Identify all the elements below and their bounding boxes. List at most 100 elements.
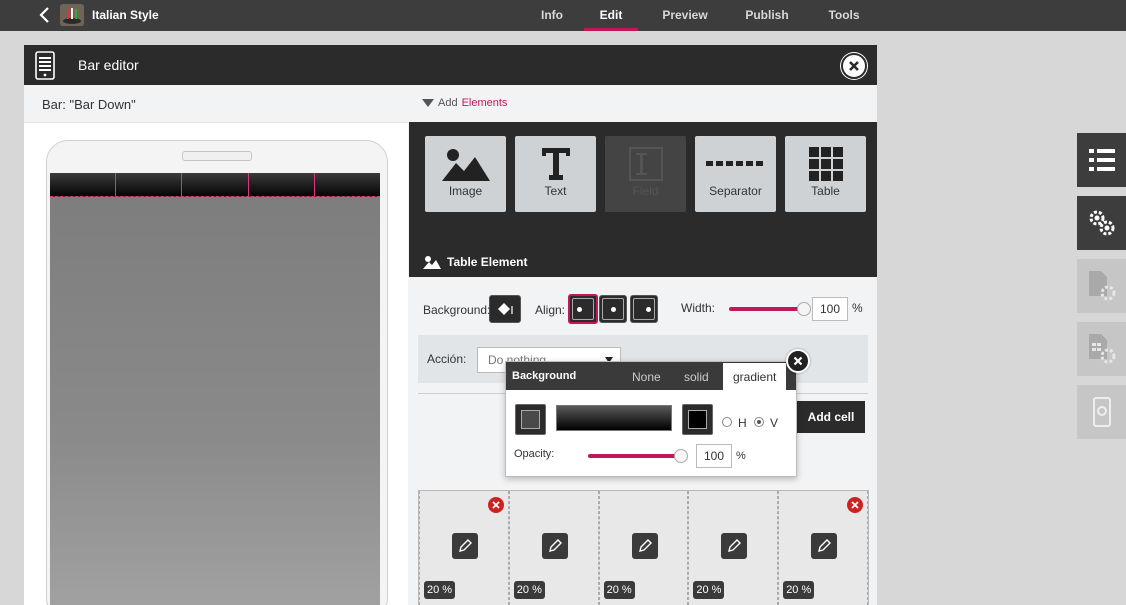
popup-title: Background xyxy=(512,370,577,382)
table-cell[interactable]: 20 % xyxy=(778,491,868,605)
sidebar-table-settings-button[interactable] xyxy=(1077,322,1126,376)
radio-horizontal[interactable] xyxy=(722,417,732,427)
tab-gradient[interactable]: gradient xyxy=(723,363,787,390)
edit-cell-button[interactable] xyxy=(721,533,748,559)
pencil-icon xyxy=(459,539,472,552)
table-cell[interactable]: 20 % xyxy=(419,491,509,605)
add-elements-toggle[interactable]: Add Elements xyxy=(422,97,507,109)
nav-publish[interactable]: Publish xyxy=(732,0,802,31)
align-label: Align: xyxy=(535,303,566,317)
width-label: Width: xyxy=(681,301,716,315)
table-cell[interactable]: 20 % xyxy=(688,491,779,605)
editor-header: Bar editor xyxy=(24,45,877,85)
width-slider-handle[interactable] xyxy=(797,302,811,316)
popup-header: Background None solid gradient xyxy=(506,362,796,390)
bar-cell[interactable] xyxy=(115,173,181,196)
close-popup-button[interactable] xyxy=(786,349,810,373)
edit-cell-button[interactable] xyxy=(811,533,838,559)
opacity-unit: % xyxy=(736,450,746,462)
bar-cell[interactable] xyxy=(181,173,247,196)
sidebar-list-button[interactable] xyxy=(1077,133,1126,187)
tile-table[interactable]: Table xyxy=(785,136,866,212)
image-icon xyxy=(441,149,490,181)
tile-text[interactable]: Text xyxy=(515,136,596,212)
nav-tools[interactable]: Tools xyxy=(802,0,886,31)
app-title: Italian Style xyxy=(92,8,159,22)
section-title: Table Element xyxy=(423,255,527,269)
delete-cell-button[interactable] xyxy=(847,497,864,513)
pencil-icon xyxy=(548,539,562,552)
cell-width-badge: 20 % xyxy=(513,581,545,599)
tab-none[interactable]: None xyxy=(632,370,661,384)
image-small-icon xyxy=(423,256,441,269)
text-icon xyxy=(541,148,570,180)
sidebar-page-settings-button[interactable] xyxy=(1077,259,1126,313)
tab-solid[interactable]: solid xyxy=(684,370,709,384)
close-icon xyxy=(793,356,803,366)
list-icon xyxy=(1088,149,1115,171)
gradient-end-color[interactable] xyxy=(682,404,713,435)
table-cell[interactable]: 20 % xyxy=(598,491,689,605)
close-editor-button[interactable] xyxy=(841,53,867,79)
align-center-button[interactable] xyxy=(599,295,627,323)
close-icon xyxy=(851,501,859,509)
phone-speaker xyxy=(182,151,252,161)
width-input[interactable]: 100 xyxy=(812,297,848,321)
cell-width-badge: 20 % xyxy=(693,581,725,599)
opacity-slider-handle[interactable] xyxy=(674,449,688,463)
bar-editor-panel: Bar editor Bar: "Bar Down" Add Elements … xyxy=(24,45,877,605)
nav-info[interactable]: Info xyxy=(520,0,584,31)
section-title-text: Table Element xyxy=(447,255,528,269)
bar-name-label: Bar: "Bar Down" xyxy=(42,97,136,112)
h-label: H xyxy=(738,416,747,430)
nav-preview[interactable]: Preview xyxy=(638,0,732,31)
add-label: Add xyxy=(438,97,458,109)
edit-cell-button[interactable] xyxy=(631,533,658,559)
opacity-input[interactable]: 100 xyxy=(696,444,732,468)
bar-cell[interactable] xyxy=(247,173,314,196)
table-gear-icon xyxy=(1088,334,1115,364)
cell-row: 20 % 20 % 20 % 20 % 20 % xyxy=(419,491,868,605)
align-left-button[interactable] xyxy=(568,294,598,324)
tile-label: Field xyxy=(632,184,659,198)
sidebar-settings-button[interactable] xyxy=(1077,196,1126,250)
tile-image[interactable]: Image xyxy=(425,136,506,212)
main-nav: Info Edit Preview Publish Tools xyxy=(520,0,886,31)
opacity-slider[interactable] xyxy=(588,454,680,458)
back-arrow-icon[interactable] xyxy=(38,6,52,24)
radio-vertical[interactable] xyxy=(754,417,764,427)
triangle-down-icon xyxy=(422,99,434,107)
gradient-preview xyxy=(556,405,672,431)
bar-cell[interactable] xyxy=(50,173,115,196)
table-cells: 20 % 20 % 20 % 20 % 20 % xyxy=(418,490,869,605)
tile-label: Text xyxy=(544,184,567,198)
background-picker-button[interactable] xyxy=(489,295,521,323)
nav-edit[interactable]: Edit xyxy=(584,0,638,31)
phone-icon xyxy=(1092,397,1111,427)
bar-down-preview[interactable] xyxy=(50,173,380,197)
table-icon xyxy=(808,147,843,181)
gradient-start-color[interactable] xyxy=(515,404,546,435)
edit-cell-button[interactable] xyxy=(452,533,478,559)
tile-field: Field xyxy=(605,136,686,212)
field-icon xyxy=(628,147,663,181)
bar-cell[interactable] xyxy=(313,173,380,196)
cell-width-badge: 20 % xyxy=(783,581,815,599)
width-slider[interactable] xyxy=(729,307,803,311)
background-popup: Background None solid gradient H V Opaci… xyxy=(505,361,797,477)
pencil-icon xyxy=(638,539,652,552)
align-right-icon xyxy=(646,307,651,312)
width-unit: % xyxy=(852,301,863,315)
sidebar-device-button[interactable] xyxy=(1077,385,1126,439)
add-cell-button[interactable]: Add cell xyxy=(797,401,865,433)
table-cell[interactable]: 20 % xyxy=(508,491,599,605)
edit-cell-button[interactable] xyxy=(541,533,568,559)
align-right-button[interactable] xyxy=(630,295,658,323)
close-icon xyxy=(849,61,859,71)
tile-label: Image xyxy=(448,184,483,198)
close-icon xyxy=(492,501,500,509)
elements-panel: Image Text Field Separator Table Table E… xyxy=(409,122,877,277)
tile-separator[interactable]: Separator xyxy=(695,136,776,212)
delete-cell-button[interactable] xyxy=(488,497,504,513)
pencil-icon xyxy=(728,539,742,552)
